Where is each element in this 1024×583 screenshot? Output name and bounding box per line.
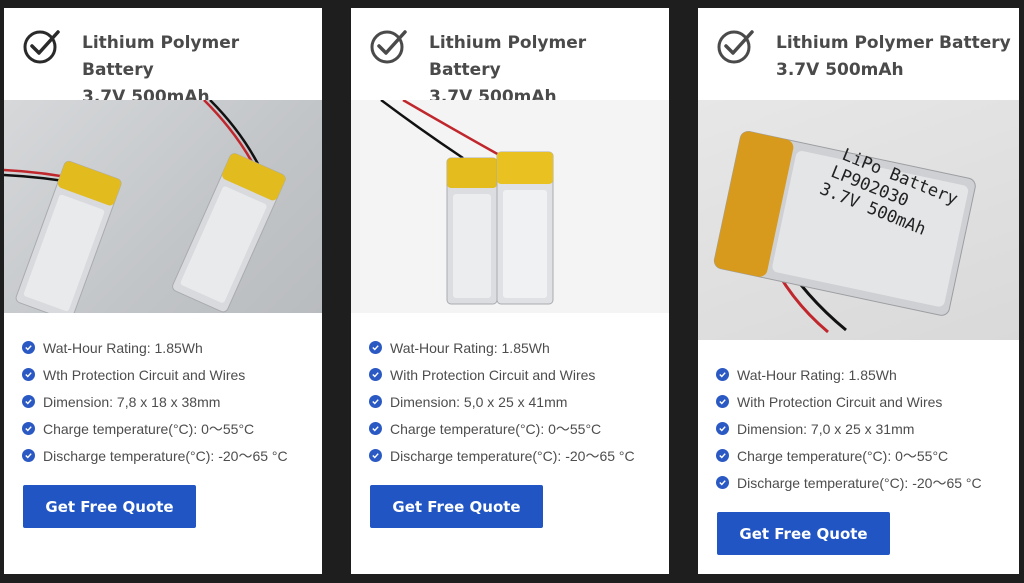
spec-item: Dimension: 5,0 x 25 x 41mm (369, 388, 661, 415)
spec-item: Charge temperature(°C): 0～55°C (716, 442, 1011, 469)
check-circle-icon (370, 30, 407, 64)
spec-item: Wat-Hour Rating: 1.85Wh (369, 334, 661, 361)
spec-item: With Protection Circuit and Wires (716, 388, 1011, 415)
spec-text: With Protection Circuit and Wires (737, 393, 943, 410)
card-header: Lithium Polymer Battery 3.7V 500mAh (4, 8, 322, 107)
product-title: Lithium Polymer Battery 3.7V 500mAh (82, 30, 314, 111)
check-bullet-icon (22, 395, 35, 408)
spec-text: Discharge temperature(°C): -20～65 °C (390, 447, 635, 464)
product-image: LiPo Battery LP902030 3.7V 500mAh (698, 100, 1019, 340)
check-bullet-icon (22, 422, 35, 435)
title-line-2: 3.7V 500mAh (776, 60, 904, 80)
spec-list: Wat-Hour Rating: 1.85Wh With Protection … (716, 361, 1011, 496)
spec-text: Discharge temperature(°C): -20～65 °C (737, 474, 982, 491)
check-bullet-icon (369, 395, 382, 408)
check-bullet-icon (369, 449, 382, 462)
product-grid: Lithium Polymer Battery 3.7V 500mAh Wat-… (0, 0, 1024, 583)
product-card: Lithium Polymer Battery 3.7V 500mAh LiPo… (698, 8, 1019, 574)
product-title: Lithium Polymer Battery 3.7V 500mAh (429, 30, 661, 111)
product-title: Lithium Polymer Battery 3.7V 500mAh (776, 30, 1011, 84)
check-bullet-icon (716, 422, 729, 435)
check-bullet-icon (22, 449, 35, 462)
check-circle-icon (23, 30, 60, 64)
spec-item: Dimension: 7,0 x 25 x 31mm (716, 415, 1011, 442)
check-bullet-icon (716, 395, 729, 408)
spec-text: Charge temperature(°C): 0～55°C (737, 447, 949, 464)
spec-item: Charge temperature(°C): 0～55°C (22, 415, 314, 442)
check-bullet-icon (369, 368, 382, 381)
title-line-1: Lithium Polymer Battery (82, 33, 240, 80)
card-header: Lithium Polymer Battery 3.7V 500mAh (351, 8, 669, 107)
spec-list: Wat-Hour Rating: 1.85Wh Wth Protection C… (22, 334, 314, 469)
spec-item: Charge temperature(°C): 0～55°C (369, 415, 661, 442)
spec-item: Discharge temperature(°C): -20～65 °C (716, 469, 1011, 496)
product-image (4, 100, 322, 313)
check-bullet-icon (22, 368, 35, 381)
spec-text: Charge temperature(°C): 0～55°C (43, 420, 255, 437)
spec-text: Wth Protection Circuit and Wires (43, 366, 246, 383)
spec-item: With Protection Circuit and Wires (369, 361, 661, 388)
product-image (351, 100, 669, 313)
check-circle-icon (717, 30, 754, 64)
get-free-quote-button[interactable]: Get Free Quote (370, 485, 543, 528)
spec-item: Wat-Hour Rating: 1.85Wh (716, 361, 1011, 388)
spec-text: Dimension: 5,0 x 25 x 41mm (390, 393, 568, 410)
spec-text: Charge temperature(°C): 0～55°C (390, 420, 602, 437)
get-free-quote-button[interactable]: Get Free Quote (717, 512, 890, 555)
spec-text: Wat-Hour Rating: 1.85Wh (737, 366, 897, 383)
spec-text: With Protection Circuit and Wires (390, 366, 596, 383)
product-card: Lithium Polymer Battery 3.7V 500mAh Wat-… (351, 8, 669, 574)
spec-text: Dimension: 7,8 x 18 x 38mm (43, 393, 221, 410)
spec-item: Dimension: 7,8 x 18 x 38mm (22, 388, 314, 415)
check-bullet-icon (716, 368, 729, 381)
spec-text: Wat-Hour Rating: 1.85Wh (390, 339, 550, 356)
check-bullet-icon (22, 341, 35, 354)
get-free-quote-button[interactable]: Get Free Quote (23, 485, 196, 528)
spec-item: Wat-Hour Rating: 1.85Wh (22, 334, 314, 361)
product-card: Lithium Polymer Battery 3.7V 500mAh Wat-… (4, 8, 322, 574)
title-line-1: Lithium Polymer Battery (429, 33, 587, 80)
check-bullet-icon (369, 341, 382, 354)
spec-text: Wat-Hour Rating: 1.85Wh (43, 339, 203, 356)
spec-text: Discharge temperature(°C): -20～65 °C (43, 447, 288, 464)
spec-text: Dimension: 7,0 x 25 x 31mm (737, 420, 915, 437)
spec-item: Discharge temperature(°C): -20～65 °C (22, 442, 314, 469)
title-line-1: Lithium Polymer Battery (776, 33, 1011, 53)
check-bullet-icon (716, 449, 729, 462)
spec-item: Wth Protection Circuit and Wires (22, 361, 314, 388)
check-bullet-icon (716, 476, 729, 489)
spec-list: Wat-Hour Rating: 1.85Wh With Protection … (369, 334, 661, 469)
card-header: Lithium Polymer Battery 3.7V 500mAh (698, 8, 1019, 100)
check-bullet-icon (369, 422, 382, 435)
spec-item: Discharge temperature(°C): -20～65 °C (369, 442, 661, 469)
